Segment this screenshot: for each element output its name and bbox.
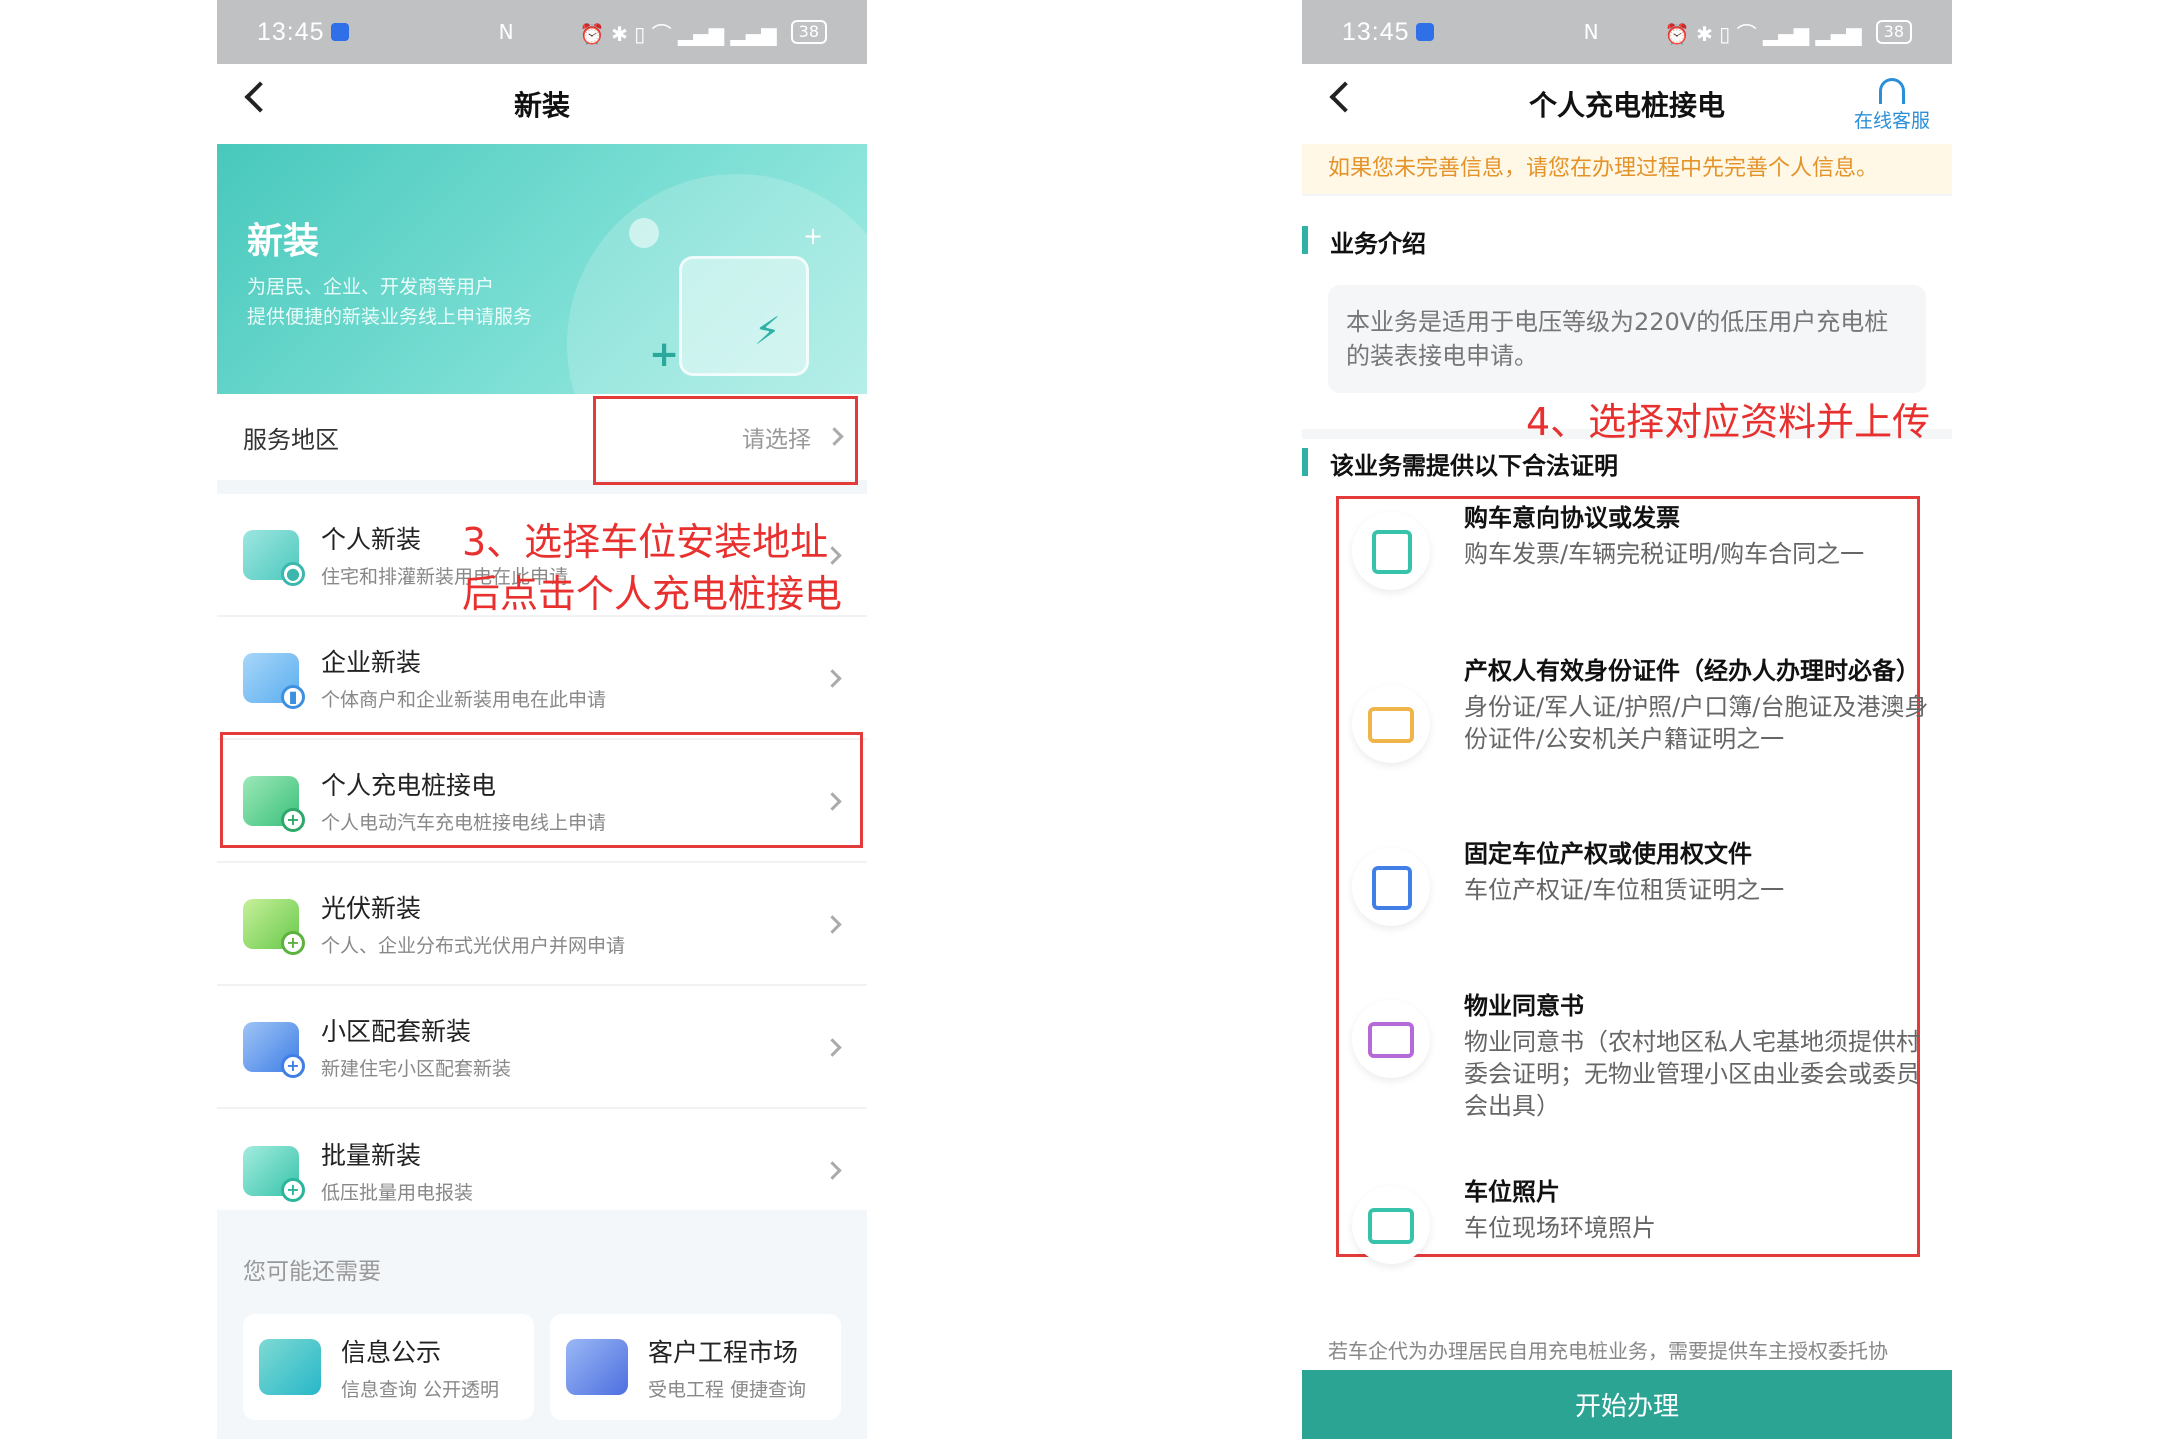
house-user-icon: ● [243,529,305,586]
service-item-enterprise[interactable]: ▮ 企业新装个体商户和企业新装用电在此申请 [217,617,867,740]
docs-section-title: 该业务需提供以下合法证明 [1302,446,1618,481]
building-chart-icon: ▮ [243,652,305,709]
page-title: 新装 [513,89,570,122]
bubble-decoration-icon [629,218,659,248]
status-icons: ⏰ ✱ ▯ ⌒ ▂▄▆ ▂▄▆ 38 [580,18,827,47]
transformer-illustration-icon: ⚡ [679,256,809,376]
service-desc: 新建住宅小区配套新装 [321,1058,512,1080]
nav-bar: 个人充电桩接电 在线客服 [1302,64,1952,144]
signboard-icon [259,1339,321,1395]
service-desc: 低压批量用电报装 [321,1182,474,1204]
online-service-label: 在线客服 [1853,110,1930,132]
system-icons: ⏰ ✱ ▯ ⌒ ▂▄▆ ▂▄▆ [1664,21,1862,46]
system-icons: ⏰ ✱ ▯ ⌒ ▂▄▆ ▂▄▆ [579,21,777,46]
status-bar: 13:45 N ⏰ ✱ ▯ ⌒ ▂▄▆ ▂▄▆ 38 [217,0,867,64]
banner-line-1: 为居民、企业、开发商等用户 [247,276,495,298]
battery-icon: 38 [790,20,827,44]
doc-desc: 车位产权证/车位租赁证明之一 [1464,876,1785,904]
card-name: 客户工程市场 [648,1337,799,1367]
region-label: 服务地区 [243,425,339,454]
start-button[interactable]: 开始办理 [1302,1370,1952,1439]
card-customer-project-market[interactable]: 客户工程市场受电工程 便捷查询 [550,1314,841,1420]
service-name: 批量新装 [321,1141,422,1170]
service-desc: 个人、企业分布式光伏用户并网申请 [321,935,626,957]
page-title: 个人充电桩接电 [1528,89,1725,122]
card-desc: 信息查询 公开透明 [341,1378,500,1401]
doc-name: 车位照片 [1464,1178,1560,1206]
back-chevron-icon[interactable] [1329,81,1361,113]
service-name: 光伏新装 [321,894,422,923]
notice-banner: 如果您未完善信息，请您在办理过程中先完善个人信息。 [1302,144,1952,194]
chevron-right-icon [823,915,842,934]
doc-item-id[interactable]: 产权人有效身份证件（经办人办理时必备） 身份证/军人证/护照/户口簿/台胞证及港澳… [1352,655,1932,763]
highlight-region-select [593,396,858,485]
solar-panel-icon: + [243,898,305,955]
footnote: 若车企代为办理居民自用充电桩业务，需要提供车主授权委托协 [1328,1339,1888,1363]
highlight-charging-pile [220,732,863,848]
battery-icon: 38 [1875,20,1912,44]
doc-desc: 身份证/军人证/护照/户口簿/台胞证及港澳身份证件/公安机关户籍证明之一 [1464,693,1929,753]
doc-desc: 车位现场环境照片 [1464,1214,1656,1242]
card-info-disclosure[interactable]: 信息公示信息查询 公开透明 [243,1314,534,1420]
doc-name: 购车意向协议或发票 [1464,504,1680,532]
app-notification-icon [330,23,349,41]
status-bar: 13:45 N ⏰ ✱ ▯ ⌒ ▂▄▆ ▂▄▆ 38 [1302,0,1952,64]
service-desc: 个体商户和企业新装用电在此申请 [321,689,607,711]
banner-line-2: 提供便捷的新装业务线上申请服务 [247,306,533,328]
status-icons: ⏰ ✱ ▯ ⌒ ▂▄▆ ▂▄▆ 38 [1665,18,1912,47]
doc-name: 固定车位产权或使用权文件 [1464,840,1752,868]
intro-text: 本业务是适用于电压等级为220V的低压用户充电桩的装表接电申请。 [1328,285,1926,393]
nfc-icon: N [1583,20,1599,44]
car-photo-icon [1352,1186,1430,1264]
online-service-button[interactable]: 在线客服 [1854,78,1930,133]
doc-name: 物业同意书 [1464,992,1584,1020]
parking-document-icon [1352,848,1430,926]
back-chevron-icon[interactable] [244,81,276,113]
annotation-step-3: 3、选择车位安装地址 后点击个人充电桩接电 [462,516,842,620]
card-name: 信息公示 [341,1337,442,1367]
banner-title: 新装 [247,221,320,262]
service-item-community[interactable]: + 小区配套新装新建住宅小区配套新装 [217,986,867,1109]
invoice-icon [1352,512,1430,590]
annotation-line-2: 后点击个人充电桩接电 [462,572,843,616]
annotation-line-1: 3、选择车位安装地址 [462,520,829,564]
nav-bar: 新装 [217,64,867,144]
status-time: 13:45 [1342,17,1410,46]
sparkle-decoration-icon: + [803,222,824,250]
annotation-step-4: 4、选择对应资料并上传 [1526,400,1931,444]
phone-screen-charging-pile: 13:45 N ⏰ ✱ ▯ ⌒ ▂▄▆ ▂▄▆ 38 个人充电桩接电 在线客服 … [1302,0,1952,1439]
chevron-right-icon [823,669,842,688]
status-time: 13:45 [257,17,325,46]
doc-desc: 物业同意书（农村地区私人宅基地须提供村委会证明；无物业管理小区由业委会或委员会出… [1464,1028,1920,1120]
chevron-right-icon [823,1038,842,1057]
recommendations-title: 您可能还需要 [243,1259,381,1285]
nfc-icon: N [498,20,514,44]
intro-section-title: 业务介绍 [1302,224,1952,259]
doc-item-purchase[interactable]: 购车意向协议或发票购车发票/车辆完税证明/购车合同之一 [1352,502,1932,590]
plus-decoration-icon: + [649,334,680,375]
headset-icon [1878,78,1905,104]
banner-subtitle: 为居民、企业、开发商等用户 提供便捷的新装业务线上申请服务 [247,272,532,332]
app-notification-icon [1415,23,1434,41]
service-item-solar[interactable]: + 光伏新装个人、企业分布式光伏用户并网申请 [217,863,867,986]
chevron-right-icon [823,1161,842,1180]
doc-item-property-consent[interactable]: 物业同意书物业同意书（农村地区私人宅基地须提供村委会证明；无物业管理小区由业委会… [1352,990,1932,1122]
doc-name: 产权人有效身份证件（经办人办理时必备） [1464,657,1920,685]
tools-monitor-icon [566,1339,628,1395]
service-name: 企业新装 [321,648,422,677]
recommendations-section: 您可能还需要 信息公示信息查询 公开透明 客户工程市场受电工程 便捷查询 [217,1210,867,1439]
card-desc: 受电工程 便捷查询 [648,1378,807,1401]
phone-screen-new-install: 13:45 N ⏰ ✱ ▯ ⌒ ▂▄▆ ▂▄▆ 38 新装 ⚡ + + 新装 为… [217,0,867,1439]
doc-desc: 购车发票/车辆完税证明/购车合同之一 [1464,540,1865,568]
doc-item-parking-photo[interactable]: 车位照片车位现场环境照片 [1352,1176,1932,1264]
service-name: 小区配套新装 [321,1017,472,1046]
banner: ⚡ + + 新装 为居民、企业、开发商等用户 提供便捷的新装业务线上申请服务 [217,144,867,394]
id-card-icon [1352,685,1430,763]
document-add-icon: + [243,1145,305,1202]
property-consent-icon [1352,1000,1430,1078]
doc-item-parking-right[interactable]: 固定车位产权或使用权文件车位产权证/车位租赁证明之一 [1352,838,1932,926]
apartment-icon: + [243,1021,305,1078]
